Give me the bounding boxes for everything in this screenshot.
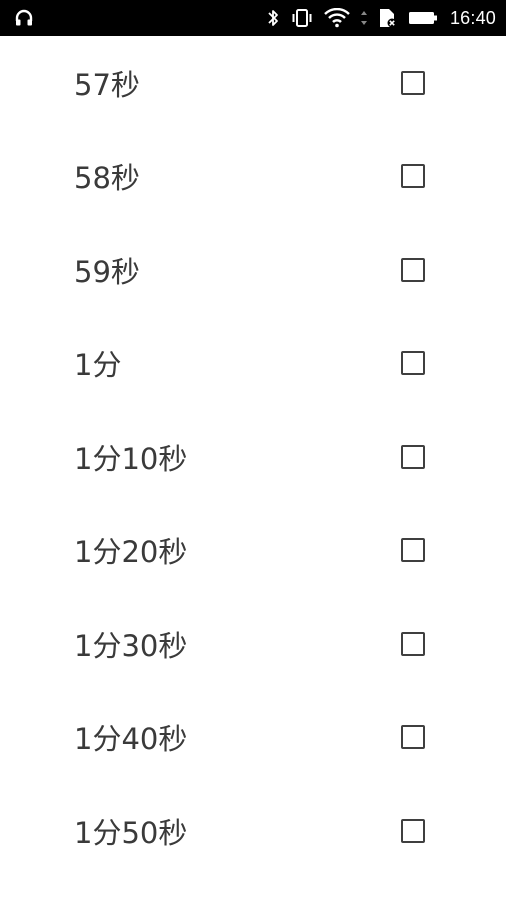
checkbox[interactable] [401,164,425,189]
list-item-label: 59秒 [74,254,140,289]
checkbox[interactable] [401,538,425,563]
data-arrows-icon [360,0,368,36]
sim-no-signal-icon [378,0,398,36]
list-item[interactable]: 1分50秒 [0,784,506,878]
list-item-label: 1分 [74,348,122,383]
list-item-label: 1分20秒 [74,535,188,570]
list-item[interactable]: 1分10秒 [0,410,506,504]
checkbox[interactable] [401,725,425,750]
list-item-label: 57秒 [74,67,140,102]
list-item[interactable]: 1分30秒 [0,597,506,691]
list-item-label: 1分40秒 [74,722,188,757]
checkbox[interactable] [401,631,425,656]
list-item[interactable]: 58秒 [0,130,506,224]
bluetooth-icon [266,0,280,36]
status-left [14,0,34,36]
checkbox[interactable] [401,351,425,376]
list-item[interactable]: 1分 [0,317,506,411]
list-item-label: 1分50秒 [74,815,188,850]
list-item[interactable]: 57秒 [0,36,506,130]
list-item[interactable]: 1分40秒 [0,691,506,785]
status-bar: 16:40 [0,0,506,36]
list-item[interactable]: 1分20秒 [0,504,506,598]
checkbox[interactable] [401,70,425,95]
interval-list: 57秒 58秒 59秒 1分 1分10秒 1分20秒 1分30秒 1分40秒 1… [0,36,506,878]
list-item-label: 1分30秒 [74,628,188,663]
list-item-label: 1分10秒 [74,441,188,476]
battery-icon [408,0,438,36]
vibrate-icon [290,0,314,36]
checkbox[interactable] [401,444,425,469]
status-time: 16:40 [449,7,496,28]
list-item[interactable]: 59秒 [0,223,506,317]
wifi-icon [324,0,350,36]
checkbox[interactable] [401,257,425,282]
list-item-label: 58秒 [74,161,140,196]
status-right: 16:40 [266,0,496,36]
checkbox[interactable] [401,818,425,843]
headphones-icon [14,0,34,36]
